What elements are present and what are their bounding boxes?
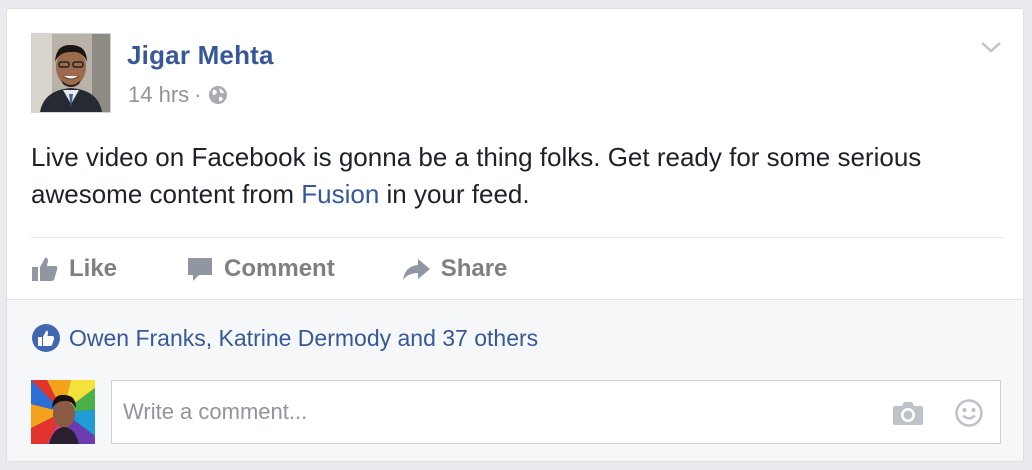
speech-bubble-icon [188,258,213,281]
like-badge-icon [32,324,60,352]
smiley-icon[interactable] [954,398,984,433]
post-text-end: in your feed. [379,179,530,209]
thumbs-up-icon [32,257,58,281]
divider [31,237,1003,238]
comment-box [111,380,1001,444]
share-label: Share [440,255,508,282]
share-arrow-icon [402,259,430,280]
comment-label: Comment [224,255,335,282]
camera-icon[interactable] [892,400,924,431]
post-timestamp[interactable]: 14 hrs [128,82,189,108]
comment-input[interactable] [112,381,872,443]
reactions-footer: Owen Franks, Katrine Dermody and 37 othe… [7,299,1023,461]
chevron-down-icon[interactable] [979,39,1003,55]
post-text: Live video on Facebook is gonna be a thi… [31,139,1011,213]
share-button[interactable]: Share [401,255,508,283]
globe-icon[interactable] [207,84,229,106]
author-avatar[interactable] [31,33,111,113]
fusion-link[interactable]: Fusion [301,179,379,209]
action-bar: Like Comment Share [31,249,507,289]
commenter-avatar[interactable] [31,380,95,444]
like-label: Like [69,255,118,282]
meta-separator: · [194,82,202,107]
likes-summary[interactable]: Owen Franks, Katrine Dermody and 37 othe… [31,323,538,353]
like-button[interactable]: Like [31,255,117,283]
comment-button[interactable]: Comment [186,255,335,283]
post-meta: 14 hrs · [128,82,229,108]
likes-summary-text: Owen Franks, Katrine Dermody and 37 othe… [69,324,539,351]
post-card: Jigar Mehta 14 hrs · Live video on Faceb… [6,8,1024,462]
author-name[interactable]: Jigar Mehta [127,40,274,71]
